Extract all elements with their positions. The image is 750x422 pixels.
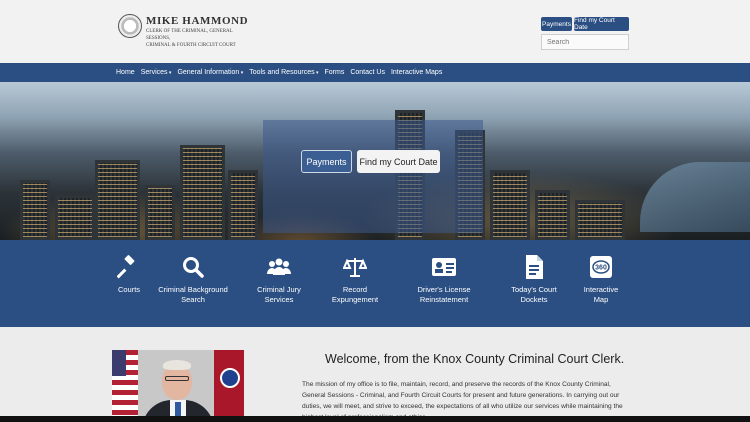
users-icon xyxy=(266,254,292,280)
nav-item-forms[interactable]: Forms xyxy=(325,69,345,76)
service-label-line-1: Record xyxy=(342,285,368,294)
service-label: Criminal Jury Services xyxy=(257,285,301,305)
service-criminal-background-search[interactable]: Criminal Background Search xyxy=(153,254,233,305)
building xyxy=(575,200,625,240)
360-map-icon: 360 xyxy=(588,254,614,280)
gavel-icon xyxy=(116,254,142,280)
building xyxy=(95,160,140,240)
service-label: Today's Court Dockets xyxy=(511,285,557,305)
service-label-line-1: Courts xyxy=(117,285,141,294)
clerk-portrait xyxy=(112,350,244,422)
service-label-line-2: Reinstatement xyxy=(419,295,469,304)
nav-item-contact-us[interactable]: Contact Us xyxy=(350,69,385,76)
welcome-title: Welcome, from the Knox County Criminal C… xyxy=(325,352,625,366)
building xyxy=(55,195,95,240)
building xyxy=(535,190,570,240)
service-label: Driver's License Reinstatement xyxy=(417,285,470,305)
service-courts[interactable]: Courts xyxy=(113,254,145,295)
service-label: Courts xyxy=(118,285,140,295)
brand-subtitle: Clerk of the Criminal, General Sessions,… xyxy=(146,28,256,49)
hero-overlay-panel xyxy=(263,120,483,233)
service-label-line-1: Today's Court xyxy=(511,285,557,294)
hero-find-court-date-button[interactable]: Find my Court Date xyxy=(357,150,440,173)
search-input[interactable] xyxy=(541,34,629,50)
nav-item-tools-and-resources[interactable]: Tools and Resources xyxy=(249,69,318,76)
nav-item-services[interactable]: Services xyxy=(141,69,172,76)
header-find-court-date-button[interactable]: Find my Court Date xyxy=(574,17,629,31)
main-nav: Home Services General Information Tools … xyxy=(0,63,750,82)
brand-subtitle-line-2: Criminal & Fourth Circuit Court xyxy=(146,43,236,48)
building xyxy=(180,145,225,240)
hero-payments-button[interactable]: Payments xyxy=(301,150,352,173)
service-label-line-1: Criminal Jury xyxy=(257,285,301,294)
service-criminal-jury-services[interactable]: Criminal Jury Services xyxy=(251,254,307,305)
service-label-line-2: Expungement xyxy=(331,295,379,304)
screen-bottom-edge xyxy=(0,416,750,422)
building xyxy=(145,185,175,240)
building xyxy=(490,170,530,240)
scales-icon xyxy=(342,254,368,280)
service-label-line-2: Services xyxy=(264,295,294,304)
service-label-line-1: Driver's License xyxy=(417,285,471,294)
glasses xyxy=(165,376,189,381)
site-header: MIKE HAMMOND Clerk of the Criminal, Gene… xyxy=(0,0,750,63)
us-flag xyxy=(112,350,138,422)
service-todays-court-dockets[interactable]: Today's Court Dockets xyxy=(508,254,560,305)
brand-subtitle-line-1: Clerk of the Criminal, General Sessions, xyxy=(146,29,233,41)
services-band: Courts Criminal Background Search Crimin… xyxy=(0,240,750,327)
service-label: Interactive Map xyxy=(584,285,619,305)
service-label-line-2: Map xyxy=(593,295,609,304)
header-payments-button[interactable]: Payments xyxy=(541,17,572,31)
service-interactive-map[interactable]: 360 Interactive Map xyxy=(581,254,621,305)
service-label-line-1: Criminal Background xyxy=(158,285,228,294)
service-record-expungement[interactable]: Record Expungement xyxy=(328,254,382,305)
brand-name[interactable]: MIKE HAMMOND xyxy=(146,15,248,27)
service-drivers-license-reinstatement[interactable]: Driver's License Reinstatement xyxy=(413,254,475,305)
service-label: Record Expungement xyxy=(332,285,378,305)
hair xyxy=(163,360,191,370)
id-card-icon xyxy=(431,254,457,280)
building xyxy=(228,170,258,240)
service-label-line-1: Interactive xyxy=(583,285,619,294)
building xyxy=(20,180,50,240)
document-icon xyxy=(521,254,547,280)
nav-item-interactive-maps[interactable]: Interactive Maps xyxy=(391,69,442,76)
service-label-line-2: Search xyxy=(181,295,205,304)
svg-text:360: 360 xyxy=(595,265,607,272)
search-icon xyxy=(180,254,206,280)
service-label: Criminal Background Search xyxy=(158,285,228,305)
service-label-line-2: Dockets xyxy=(520,295,548,304)
nav-item-general-information[interactable]: General Information xyxy=(177,69,243,76)
county-seal-logo[interactable] xyxy=(118,14,142,38)
nav-item-home[interactable]: Home xyxy=(116,69,135,76)
tennessee-flag xyxy=(214,350,244,422)
